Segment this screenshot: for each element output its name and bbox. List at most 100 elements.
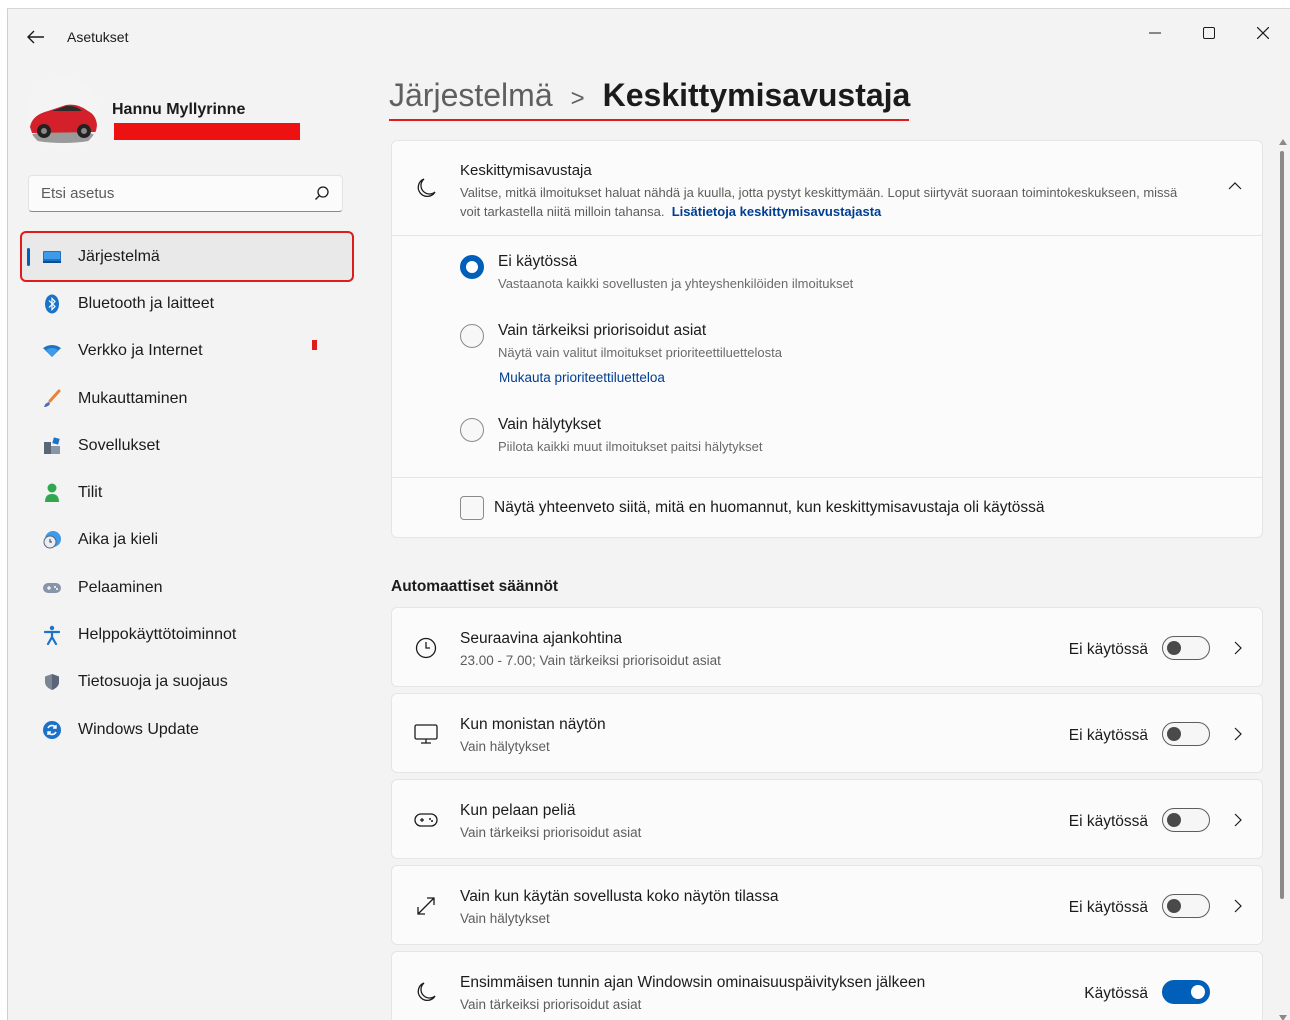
radio-option-title: Vain hälytykset [498, 416, 602, 433]
rule-subtitle: 23.00 - 7.00; Vain tärkeiksi priorisoidu… [460, 653, 721, 668]
sidebar-item-tilit[interactable]: Tilit [22, 469, 352, 516]
rule-subtitle: Vain tärkeiksi priorisoidut asiat [460, 825, 642, 840]
focus-assist-header[interactable]: Keskittymisavustaja Valitse, mitkä ilmoi… [392, 141, 1262, 236]
breadcrumb-separator: > [570, 85, 585, 112]
toggle-knob [1191, 985, 1205, 999]
rule-toggle[interactable] [1162, 808, 1210, 832]
rule-toggle[interactable] [1162, 722, 1210, 746]
rule-row-schedule[interactable]: Seuraavina ajankohtina 23.00 - 7.00; Vai… [391, 607, 1263, 687]
gamepad-icon [42, 578, 62, 598]
sidebar-item-pelaaminen[interactable]: Pelaaminen [22, 564, 352, 611]
scroll-thumb[interactable] [1280, 151, 1284, 899]
moon-icon [412, 174, 440, 202]
toggle-state-label: Käytössä [1084, 985, 1148, 1002]
fullscreen-icon [412, 892, 440, 920]
sidebar-nav: Järjestelmä Bluetooth ja laitteet Verkko… [20, 230, 354, 753]
chevron-right-icon[interactable] [1234, 813, 1242, 832]
sidebar-item-aika[interactable]: Aika ja kieli [22, 517, 352, 564]
rule-row-gaming[interactable]: Kun pelaan peliä Vain tärkeiksi prioriso… [391, 779, 1263, 859]
radio-button[interactable] [460, 324, 484, 348]
radio-option-title: Ei käytössä [498, 253, 578, 270]
title-bar: Asetukset [8, 9, 1290, 65]
toggle-state-label: Ei käytössä [1068, 641, 1148, 658]
radio-button[interactable] [460, 418, 484, 442]
active-indicator [27, 248, 30, 266]
close-icon [1257, 27, 1269, 39]
rule-toggle[interactable] [1162, 980, 1210, 1004]
rule-title: Kun monistan näytön [460, 716, 606, 733]
back-button[interactable] [22, 25, 50, 49]
rule-row-duplicate-display[interactable]: Kun monistan näytön Vain hälytykset Ei k… [391, 693, 1263, 773]
rule-toggle[interactable] [1162, 636, 1210, 660]
page-title: Keskittymisavustaja [602, 77, 911, 113]
toggle-knob [1167, 641, 1181, 655]
minimize-button[interactable] [1130, 15, 1180, 51]
display-icon [412, 720, 440, 748]
close-button[interactable] [1238, 15, 1288, 51]
app-title: Asetukset [67, 29, 129, 45]
shield-icon [42, 672, 62, 692]
search-icon[interactable] [314, 185, 330, 206]
chevron-right-icon[interactable] [1234, 641, 1242, 660]
wifi-icon [42, 341, 62, 361]
radio-option-title: Vain tärkeiksi priorisoidut asiat [498, 322, 707, 339]
sidebar-item-helppokayttotoiminnot[interactable]: Helppokäyttötoiminnot [22, 611, 352, 658]
chevron-right-icon[interactable] [1234, 727, 1242, 746]
rule-title: Seuraavina ajankohtina [460, 630, 623, 647]
sidebar-item-label: Sovellukset [78, 436, 160, 454]
scrollbar[interactable] [1278, 137, 1288, 1020]
sidebar-item-label: Tilit [78, 484, 103, 502]
accessibility-icon [42, 625, 62, 646]
scroll-down-icon[interactable] [1279, 1015, 1287, 1020]
person-icon [42, 483, 62, 503]
sidebar-item-tietosuoja[interactable]: Tietosuoja ja suojaus [22, 659, 352, 706]
rule-title: Vain kun käytän sovellusta koko näytön t… [460, 888, 779, 905]
rule-title: Kun pelaan peliä [460, 802, 576, 819]
radio-option-desc: Piilota kaikki muut ilmoitukset paitsi h… [498, 439, 763, 454]
red-marker [312, 339, 317, 350]
focus-assist-card: Keskittymisavustaja Valitse, mitkä ilmoi… [391, 140, 1263, 538]
user-name: Hannu Myllyrinne [112, 101, 246, 118]
rule-row-after-update[interactable]: Ensimmäisen tunnin ajan Windowsin ominai… [391, 951, 1263, 1020]
customize-priority-link[interactable]: Mukauta prioriteettiluetteloa [499, 370, 665, 385]
chevron-up-icon[interactable] [1228, 177, 1242, 195]
settings-window: Asetukset Hannu Myllyrinne Etsi asetus J… [7, 8, 1290, 1020]
sidebar-item-sovellukset[interactable]: Sovellukset [22, 422, 352, 469]
sidebar-item-bluetooth[interactable]: Bluetooth ja laitteet [22, 280, 352, 327]
focus-assist-title: Keskittymisavustaja [460, 162, 592, 179]
focus-assist-description: Valitse, mitkä ilmoitukset haluat nähdä … [460, 183, 1180, 221]
sidebar-item-jarjestelma[interactable]: Järjestelmä [20, 230, 354, 283]
maximize-icon [1203, 27, 1215, 39]
sidebar-item-verkko[interactable]: Verkko ja Internet [22, 328, 352, 375]
search-input[interactable] [29, 176, 309, 211]
summary-checkbox-row[interactable]: Näytä yhteenveto siitä, mitä en huomannu… [392, 477, 1262, 538]
toggle-state-label: Ei käytössä [1068, 899, 1148, 916]
summary-checkbox[interactable] [460, 496, 484, 520]
maximize-button[interactable] [1184, 15, 1234, 51]
highlight-underline [389, 119, 909, 121]
rule-toggle[interactable] [1162, 894, 1210, 918]
search-box[interactable] [28, 175, 343, 212]
toggle-knob [1167, 899, 1181, 913]
sidebar-item-label: Pelaaminen [78, 578, 163, 596]
toggle-state-label: Ei käytössä [1068, 813, 1148, 830]
toggle-knob [1167, 727, 1181, 741]
chevron-right-icon[interactable] [1234, 899, 1242, 918]
brush-icon [42, 389, 62, 409]
toggle-state-label: Ei käytössä [1068, 727, 1148, 744]
learn-more-link[interactable]: Lisätietoja keskittymisavustajasta [672, 204, 882, 219]
moon-icon [412, 978, 440, 1006]
rule-row-fullscreen[interactable]: Vain kun käytän sovellusta koko näytön t… [391, 865, 1263, 945]
rule-subtitle: Vain tärkeiksi priorisoidut asiat [460, 997, 642, 1012]
radio-button[interactable] [460, 255, 484, 279]
scroll-up-icon[interactable] [1279, 139, 1287, 145]
sidebar-item-windows-update[interactable]: Windows Update [22, 706, 352, 753]
sidebar-item-label: Järjestelmä [78, 247, 160, 265]
rule-subtitle: Vain hälytykset [460, 911, 550, 926]
section-title: Automaattiset säännöt [391, 578, 559, 595]
rule-subtitle: Vain hälytykset [460, 739, 550, 754]
breadcrumb-parent[interactable]: Järjestelmä [389, 77, 553, 114]
user-profile[interactable]: Hannu Myllyrinne [26, 77, 346, 151]
sidebar-item-mukauttaminen[interactable]: Mukauttaminen [22, 375, 352, 422]
sidebar-item-label: Windows Update [78, 720, 199, 738]
